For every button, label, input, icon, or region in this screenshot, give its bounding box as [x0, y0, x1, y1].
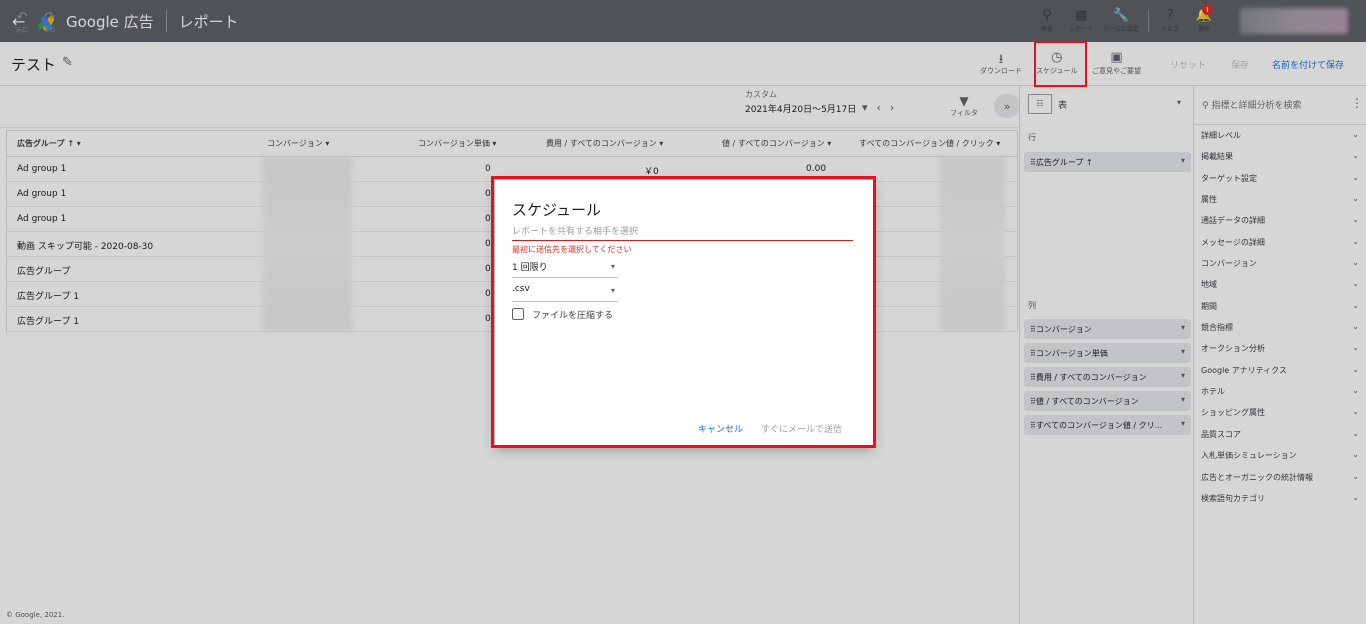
recipients-input[interactable]	[512, 224, 853, 241]
caret-down-icon: ▾	[610, 286, 615, 295]
caret-down-icon: ▾	[610, 262, 615, 271]
schedule-dialog: スケジュール 最初に送信先を選択してください 1 回限り▾ .csv▾ ファイル…	[495, 180, 873, 445]
compress-label: ファイルを圧縮する	[532, 311, 614, 321]
format-select[interactable]: .csv ▾	[512, 284, 618, 302]
dialog-title: スケジュール	[512, 201, 601, 219]
recipients-error: 最初に送信先を選択してください	[512, 245, 632, 254]
compress-checkbox[interactable]	[512, 308, 524, 320]
schedule-highlight-frame	[1034, 41, 1087, 87]
frequency-select[interactable]: 1 回限り ▾	[512, 260, 618, 278]
cancel-button[interactable]: キャンセル	[698, 422, 743, 435]
send-now-button[interactable]: すぐにメールで送信	[761, 422, 842, 435]
